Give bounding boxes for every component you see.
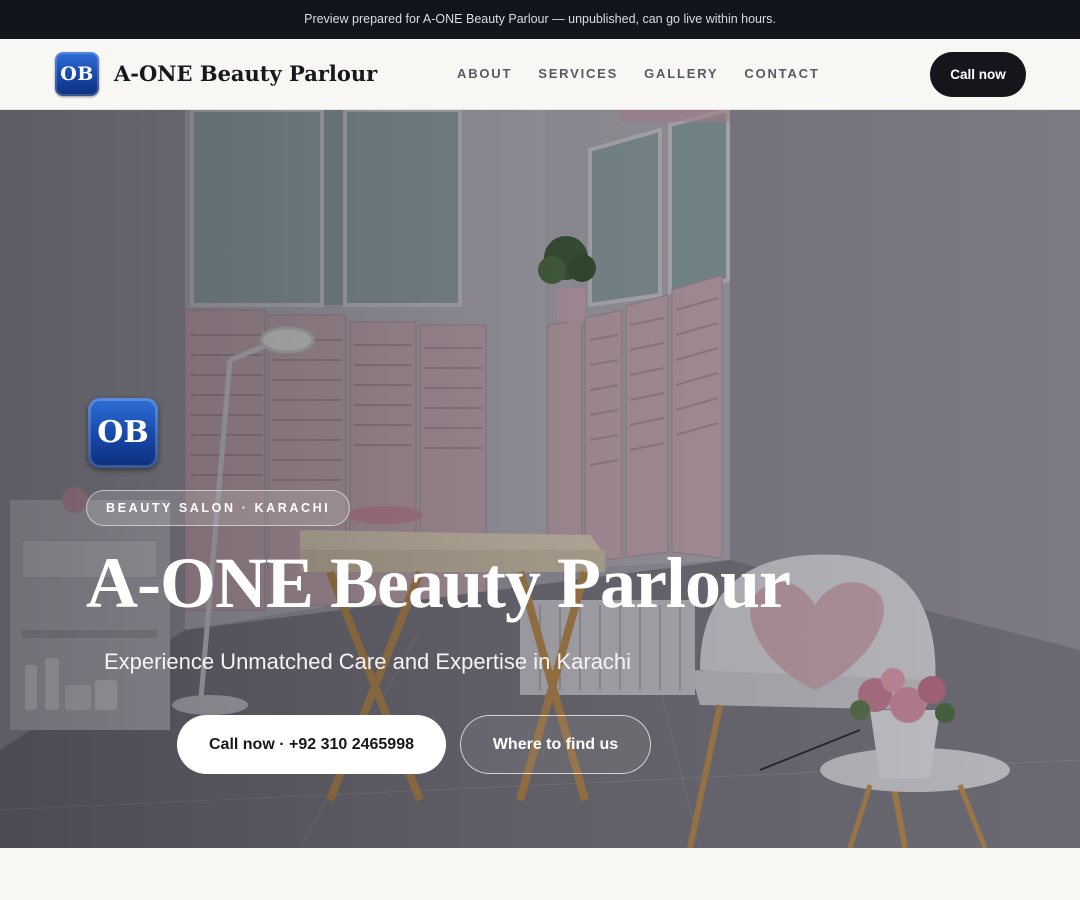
hero-call-button[interactable]: Call now · +92 310 2465998 (177, 715, 446, 774)
header-call-button[interactable]: Call now (930, 52, 1026, 97)
nav-services[interactable]: SERVICES (538, 66, 618, 81)
hero-directions-button[interactable]: Where to find us (460, 715, 651, 774)
nav-contact[interactable]: CONTACT (744, 66, 819, 81)
preview-banner-text: Preview prepared for A-ONE Beauty Parlou… (304, 12, 776, 26)
hero-logo-badge: OB (88, 398, 158, 468)
nav-gallery[interactable]: GALLERY (644, 66, 718, 81)
hero-section: OB BEAUTY SALON · KARACHI A-ONE Beauty P… (0, 110, 1080, 848)
hero-category-tag: BEAUTY SALON · KARACHI (86, 490, 351, 526)
nav-about[interactable]: ABOUT (457, 66, 512, 81)
preview-banner: Preview prepared for A-ONE Beauty Parlou… (0, 0, 1080, 39)
next-section-start (0, 848, 1080, 900)
site-header: OB A-ONE Beauty Parlour ABOUT SERVICES G… (0, 39, 1080, 110)
logo-badge[interactable]: OB (55, 52, 99, 96)
main-nav: ABOUT SERVICES GALLERY CONTACT (457, 66, 820, 81)
hero-subtitle: Experience Unmatched Care and Expertise … (104, 649, 632, 674)
hero-title: A-ONE Beauty Parlour (86, 543, 791, 623)
brand-name[interactable]: A-ONE Beauty Parlour (114, 61, 377, 86)
